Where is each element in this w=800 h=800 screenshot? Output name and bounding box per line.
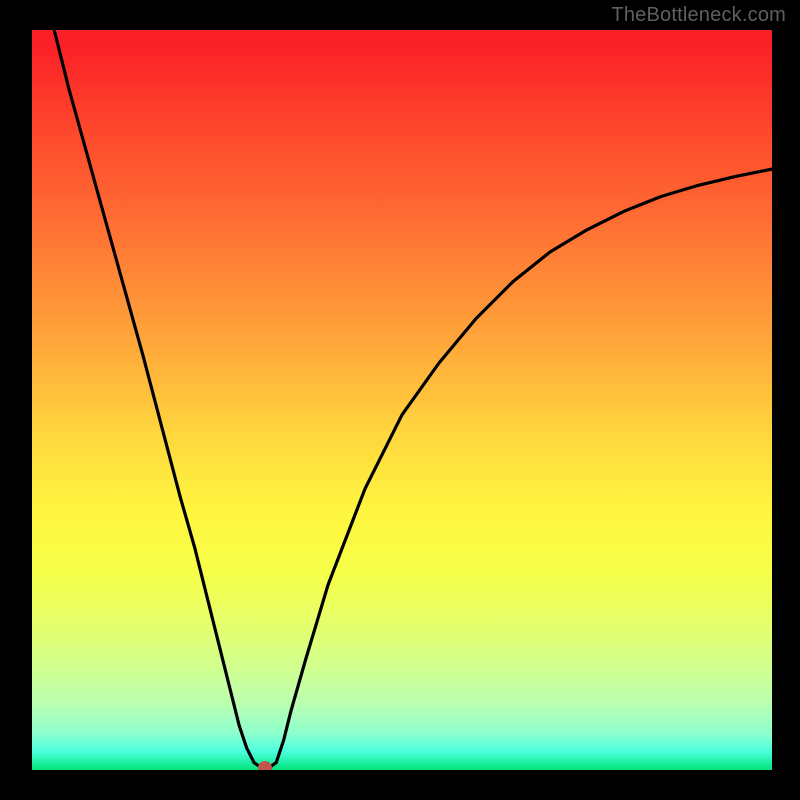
watermark-text: TheBottleneck.com [611, 4, 786, 27]
chart-frame: TheBottleneck.com [0, 0, 800, 800]
curve-svg [32, 30, 772, 770]
bottleneck-curve [54, 30, 772, 768]
minimum-marker [258, 761, 272, 770]
plot-area [32, 30, 772, 770]
